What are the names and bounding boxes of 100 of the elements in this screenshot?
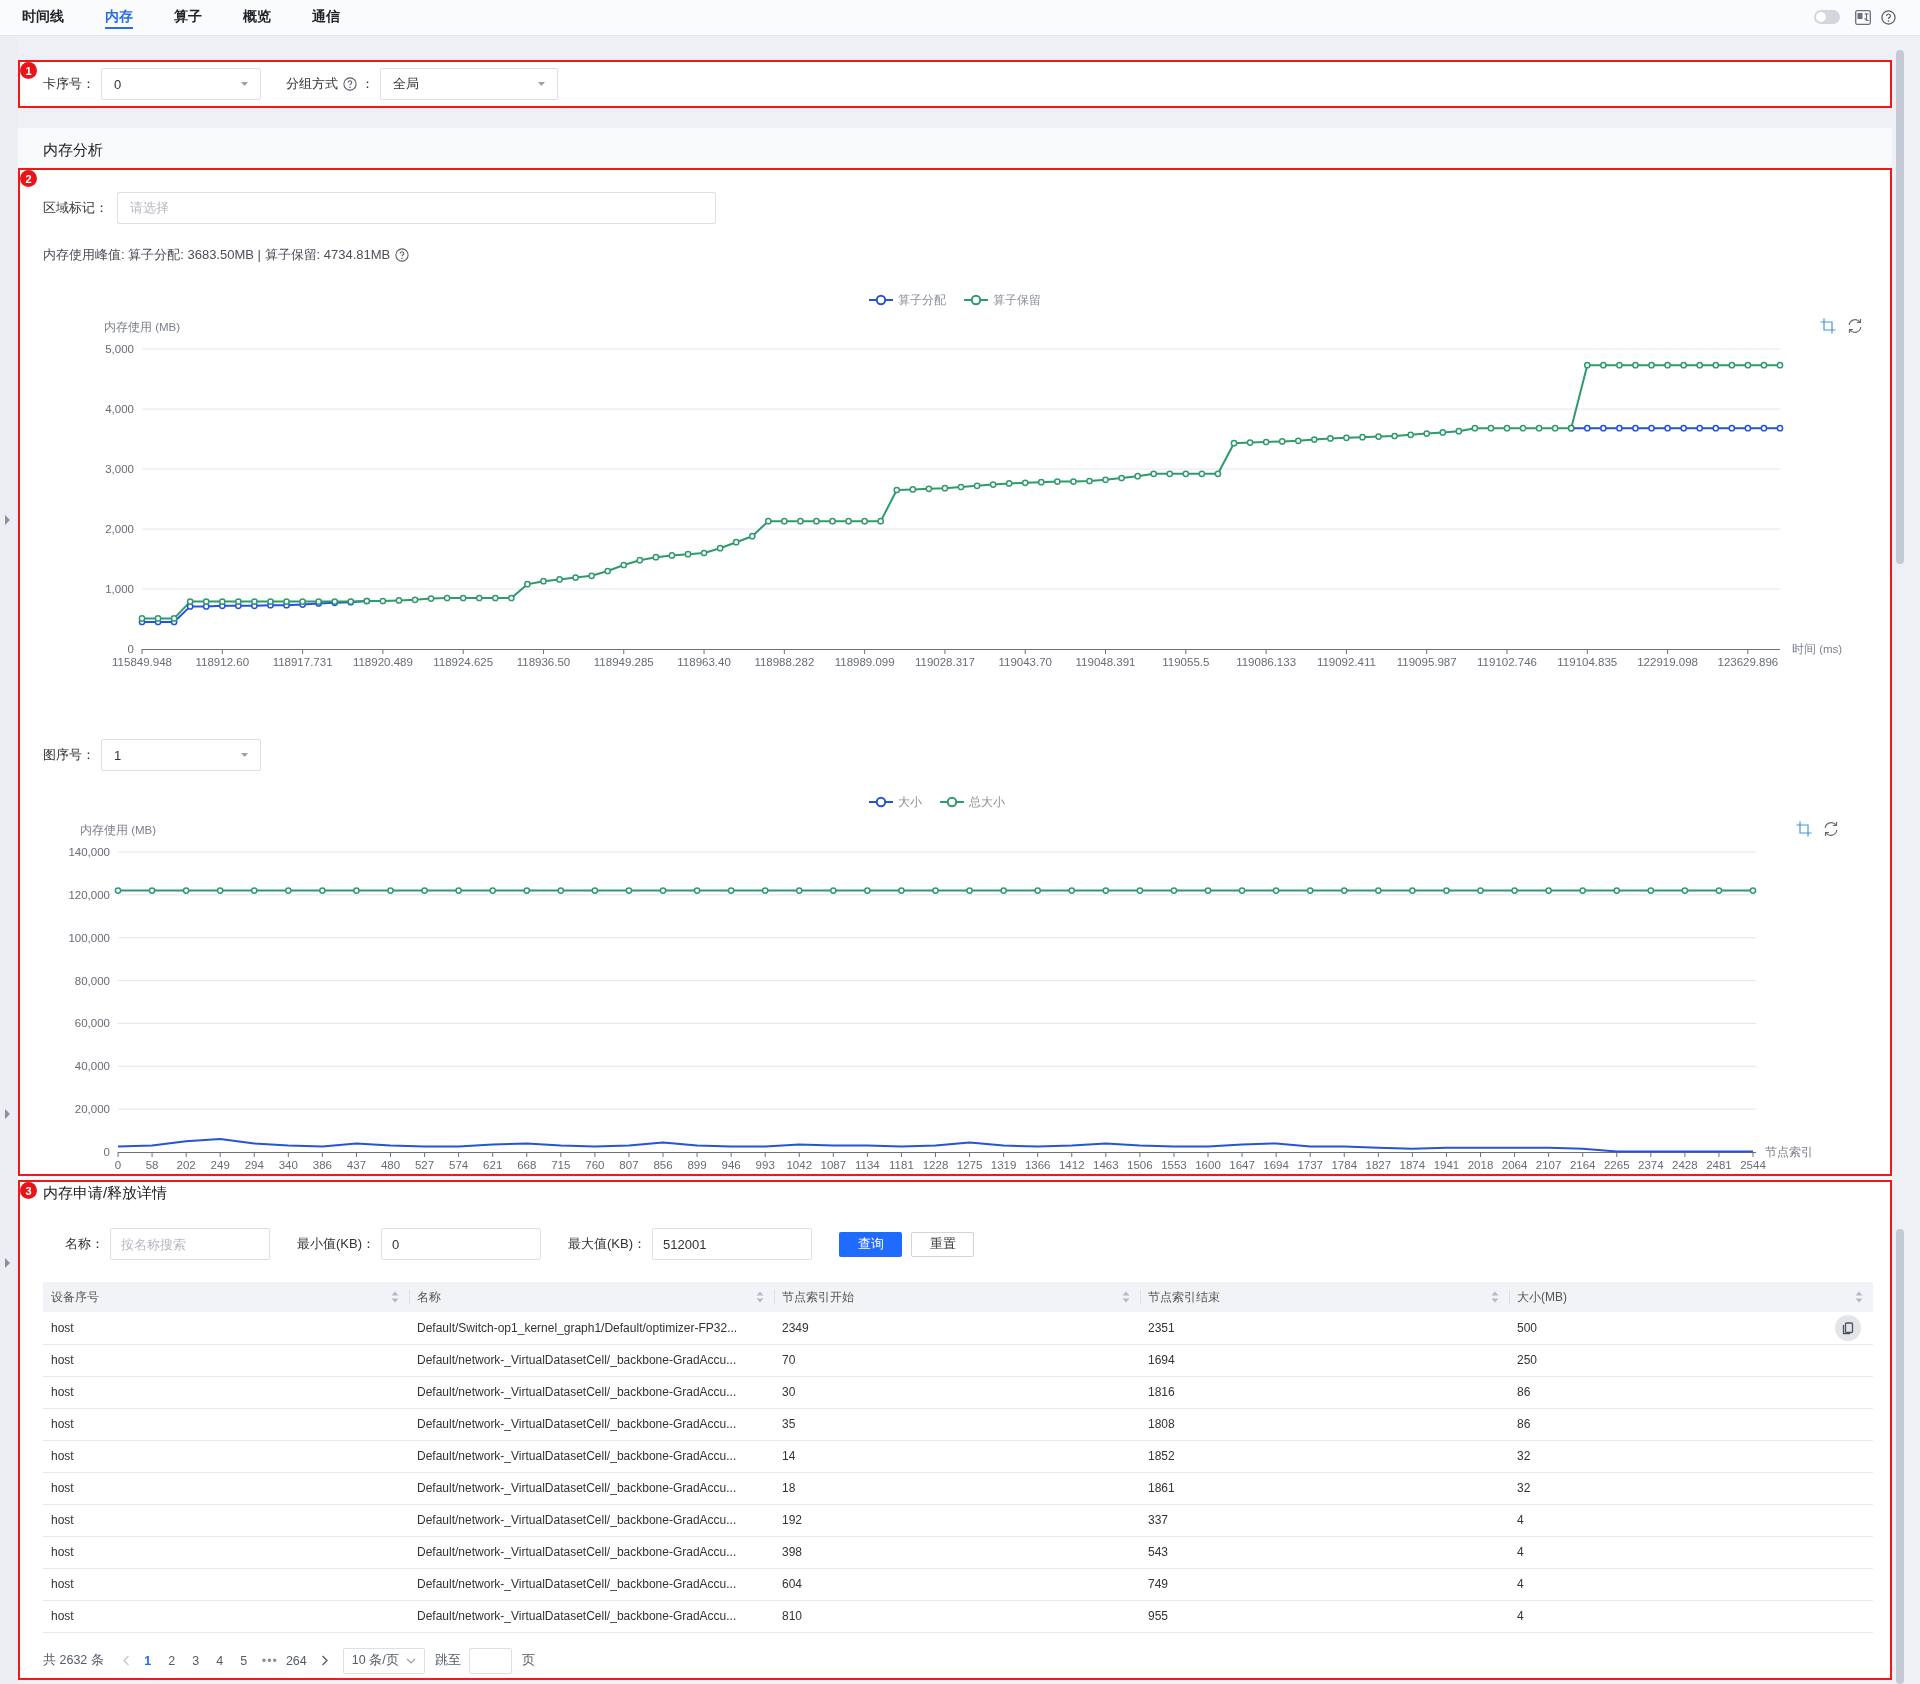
x-tick-label: 1553 [1161, 1159, 1187, 1171]
table-cell: Default/network-_VirtualDatasetCell/_backbone-GradAccu... [409, 1536, 774, 1568]
x-tick-label: 437 [346, 1159, 367, 1171]
y-tick-label: 4,000 [105, 403, 134, 415]
peak-memory-text: 内存使用峰值: 算子分配: 3683.50MB | 算子保留: 4734.81MB [43, 246, 391, 264]
x-tick-label: 2018 [1467, 1159, 1494, 1171]
table-cell: 2349 [774, 1312, 1140, 1344]
y-tick-label: 80,000 [74, 974, 110, 987]
x-tick-label: 118989.099 [834, 656, 895, 668]
x-tick-label: 202 [176, 1159, 196, 1171]
x-tick-label: 1319 [990, 1159, 1017, 1171]
x-tick-label: 1228 [922, 1159, 949, 1171]
x-tick-label: 119086.133 [1236, 656, 1297, 668]
x-tick-label: 856 [653, 1159, 673, 1171]
table-cell: host [43, 1536, 409, 1568]
x-tick-label: 1181 [889, 1159, 914, 1171]
x-tick-label: 340 [278, 1159, 298, 1171]
x-tick-label: 1463 [1093, 1159, 1119, 1171]
table-cell: 1861 [1140, 1472, 1509, 1504]
page-suffix: 页 [521, 1652, 535, 1669]
table-cell: 4 [1517, 1577, 1524, 1591]
y-tick-label: 3,000 [105, 463, 134, 475]
field-label: 卡序号： [43, 75, 95, 93]
x-tick-label: 621 [483, 1159, 503, 1171]
table-cell: Default/network-_VirtualDatasetCell/_backbone-GradAccu... [409, 1344, 774, 1376]
x-tick-label: 119095.987 [1396, 656, 1457, 668]
x-tick-label: 118917.731 [272, 656, 333, 668]
section-title: 内存申请/释放详情 [43, 1183, 168, 1203]
x-tick-label: 668 [517, 1159, 537, 1171]
x-tick-label: 2481 [1706, 1159, 1732, 1171]
table-cell: 1816 [1140, 1376, 1509, 1408]
table-cell: host [43, 1504, 409, 1536]
x-tick-label: 1087 [820, 1159, 847, 1171]
table-cell: 86 [1517, 1417, 1531, 1431]
x-tick-label: 2544 [1740, 1159, 1766, 1171]
table-cell: host [43, 1440, 409, 1472]
table-cell: 749 [1140, 1568, 1509, 1600]
x-tick-label: 249 [210, 1159, 230, 1171]
table-cell: 35 [774, 1408, 1140, 1440]
table-cell: host [43, 1312, 409, 1344]
table-cell: 810 [774, 1600, 1140, 1632]
x-tick-label: 1366 [1024, 1159, 1051, 1171]
x-tick-label: 58 [145, 1159, 159, 1171]
x-tick-label: 386 [312, 1159, 332, 1171]
x-tick-label: 294 [244, 1159, 264, 1171]
table-cell: 86 [1517, 1385, 1531, 1399]
table-cell: 500 [1517, 1320, 1538, 1335]
table-cell: 955 [1140, 1600, 1509, 1632]
table-cell: 543 [1140, 1536, 1509, 1568]
table-cell: Default/network-_VirtualDatasetCell/_backbone-GradAccu... [409, 1376, 774, 1408]
x-tick-label: 527 [414, 1159, 435, 1171]
x-tick-label: 2374 [1638, 1159, 1664, 1171]
y-tick-label: 120,000 [68, 888, 110, 901]
x-tick-label: 1275 [956, 1159, 983, 1171]
x-tick-label: 574 [449, 1159, 469, 1171]
x-tick-label: 118936.50 [516, 656, 571, 668]
table-cell: 18 [774, 1472, 1140, 1504]
table-cell: 337 [1140, 1504, 1509, 1536]
x-axis-title: 节点索引 [1765, 1146, 1813, 1158]
table-cell: host [43, 1600, 409, 1632]
x-tick-label: 118912.60 [195, 656, 250, 668]
field-label: 图序号： [43, 746, 95, 764]
x-tick-label: 2107 [1535, 1159, 1562, 1171]
table-cell: Default/network-_VirtualDatasetCell/_backbone-GradAccu... [409, 1408, 774, 1440]
y-tick-label: 1,000 [105, 583, 134, 595]
table-cell: 4 [1517, 1545, 1524, 1559]
x-tick-label: 1506 [1127, 1159, 1153, 1171]
field-label: 最小值(KB)： [297, 1235, 375, 1253]
table-cell: host [43, 1472, 409, 1504]
table-cell: 4 [1517, 1609, 1524, 1623]
x-tick-label: 946 [721, 1159, 741, 1171]
y-tick-label: 2,000 [105, 523, 134, 535]
table-cell: 32 [1517, 1481, 1531, 1495]
table-cell: Default/network-_VirtualDatasetCell/_backbone-GradAccu... [409, 1504, 774, 1536]
x-tick-label: 480 [380, 1159, 401, 1171]
x-tick-label: 123629.896 [1717, 656, 1779, 668]
total-count: 共 2632 条 [43, 1652, 104, 1669]
table-cell: host [43, 1568, 409, 1600]
x-tick-label: 1737 [1297, 1159, 1323, 1171]
x-tick-label: 119043.70 [998, 656, 1052, 668]
table-cell: 1694 [1140, 1344, 1509, 1376]
jump-label: 跳至 [434, 1652, 461, 1669]
x-tick-label: 2064 [1501, 1159, 1528, 1171]
y-tick-label: 0 [103, 1146, 110, 1158]
x-tick-label: 118963.40 [677, 656, 731, 668]
table-cell: Default/network-_VirtualDatasetCell/_backbone-GradAccu... [409, 1568, 774, 1600]
x-tick-label: 1042 [786, 1159, 813, 1171]
y-tick-label: 60,000 [74, 1017, 110, 1030]
x-tick-label: 118920.489 [352, 656, 413, 668]
table-cell: 14 [774, 1440, 1140, 1472]
x-tick-label: 0 [114, 1159, 122, 1171]
x-tick-label: 1647 [1229, 1159, 1255, 1171]
table-cell: 1852 [1140, 1440, 1509, 1472]
y-tick-label: 40,000 [74, 1060, 110, 1073]
x-tick-label: 1134 [855, 1159, 880, 1171]
x-tick-label: 2164 [1569, 1159, 1596, 1171]
x-tick-label: 119048.391 [1075, 656, 1136, 668]
table-cell: 2351 [1140, 1312, 1509, 1344]
x-tick-label: 2428 [1672, 1159, 1698, 1171]
table-cell: 70 [774, 1344, 1140, 1376]
